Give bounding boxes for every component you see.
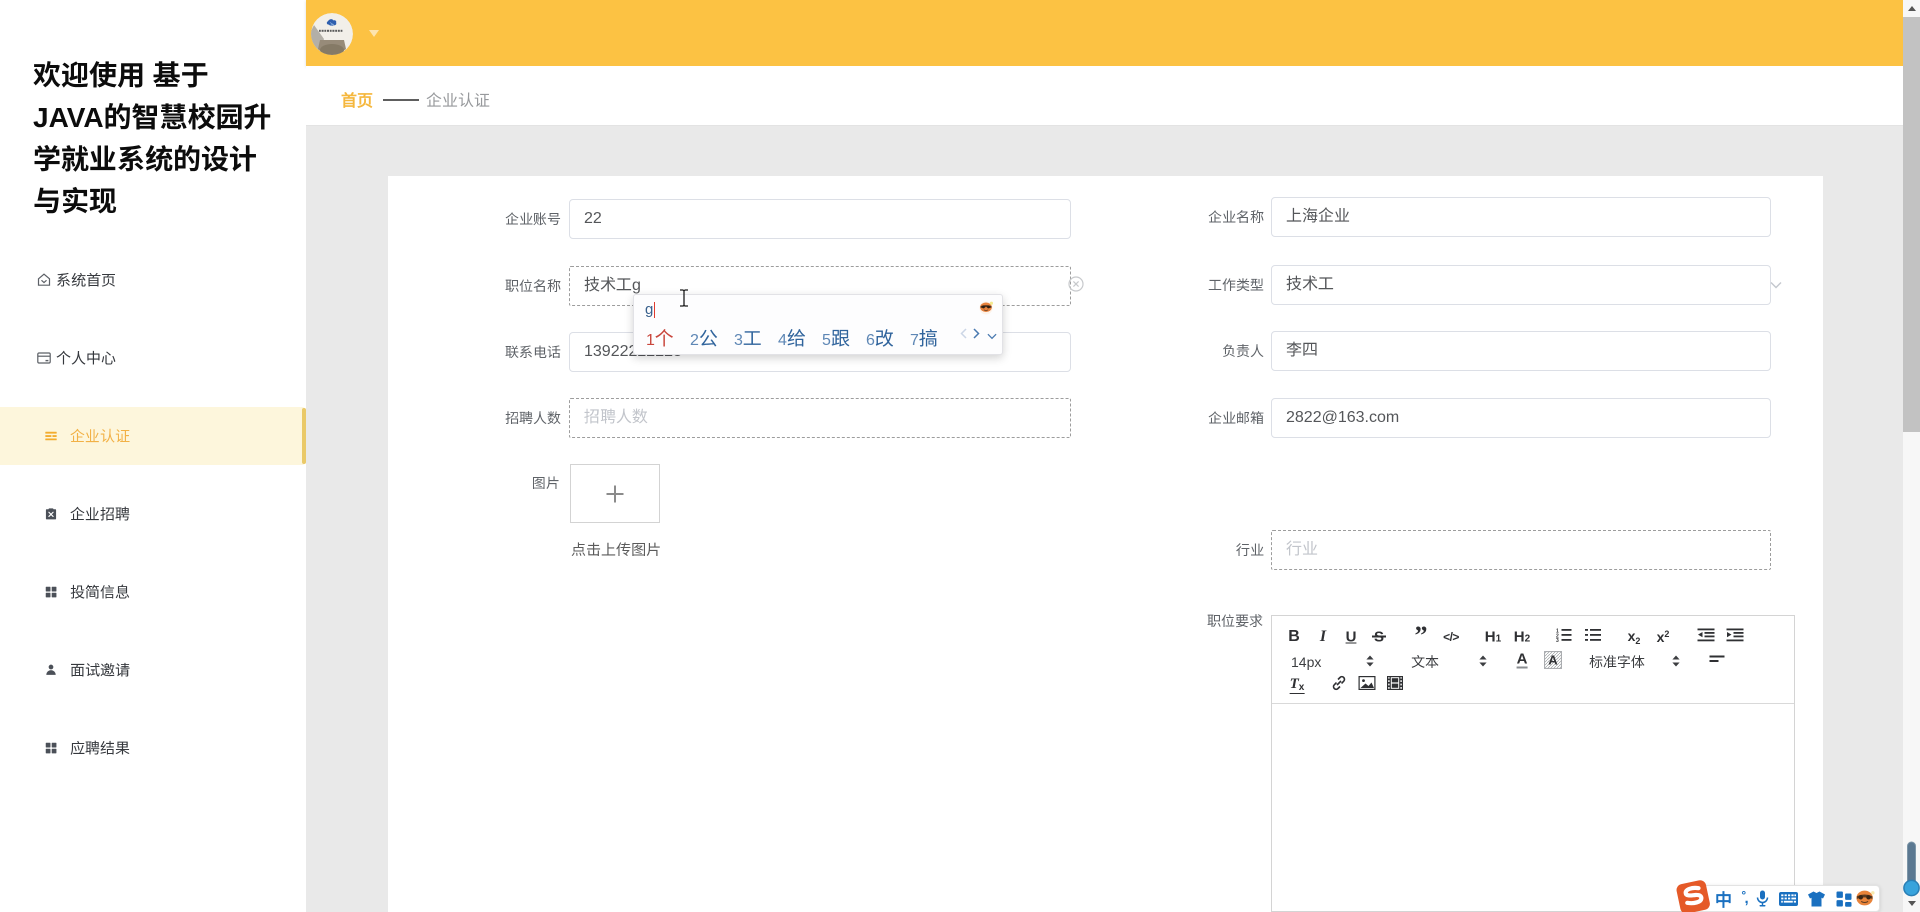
svg-text:A: A: [1548, 653, 1558, 668]
svg-text:3: 3: [1556, 638, 1559, 642]
